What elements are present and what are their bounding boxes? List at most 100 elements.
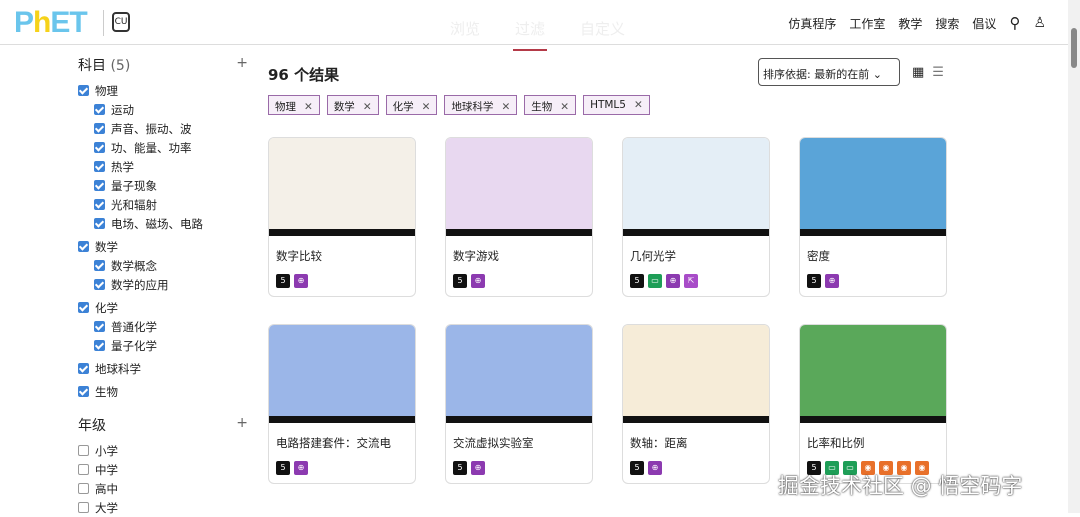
sim-thumbnail[interactable] — [446, 138, 592, 236]
close-icon[interactable]: ✕ — [501, 101, 510, 113]
checkbox-icon[interactable] — [94, 142, 105, 153]
checkbox-icon[interactable] — [78, 502, 89, 513]
sim-card[interactable]: 电路搭建套件：交流电 5 ⊕ — [268, 324, 416, 484]
sim-card[interactable]: 比率和比例 5 ▭ ▭ ◉ ◉ ◉ ◉ — [799, 324, 947, 484]
sim-card[interactable]: 几何光学 5 ▭ ⊕ ⇱ — [622, 137, 770, 297]
checkbox-icon[interactable] — [78, 85, 89, 96]
sim-title[interactable]: 数字游戏 — [446, 236, 592, 264]
nav-item[interactable]: 仿真程序 — [788, 15, 836, 32]
close-icon[interactable]: ✕ — [422, 101, 431, 113]
checkbox-icon[interactable] — [94, 123, 105, 134]
filter-checkbox[interactable]: 生物 — [78, 382, 248, 401]
checkbox-icon[interactable] — [94, 260, 105, 271]
filter-chip[interactable]: 地球科学 ✕ — [444, 95, 518, 115]
sim-thumbnail[interactable] — [800, 138, 946, 236]
sim-thumbnail[interactable] — [269, 325, 415, 423]
sim-card[interactable]: 密度 5 ⊕ — [799, 137, 947, 297]
sim-title[interactable]: 电路搭建套件：交流电 — [269, 423, 415, 451]
filter-checkbox[interactable]: 中学 — [78, 460, 248, 479]
checkbox-icon[interactable] — [78, 241, 89, 252]
checkbox-icon[interactable] — [94, 321, 105, 332]
sim-title[interactable]: 比率和比例 — [800, 423, 946, 451]
sim-thumbnail[interactable] — [623, 325, 769, 423]
filter-checkbox[interactable]: 声音、振动、波 — [78, 119, 248, 138]
zm-icon: ⊕ — [825, 274, 839, 288]
sim-title[interactable]: 数字比较 — [269, 236, 415, 264]
filter-checkbox[interactable]: 化学 — [78, 298, 248, 317]
sim-card[interactable]: 数字游戏 5 ⊕ — [445, 137, 593, 297]
filter-checkbox[interactable]: 地球科学 — [78, 359, 248, 378]
nav-item[interactable]: 教学 — [898, 15, 922, 32]
sim-title[interactable]: 密度 — [800, 236, 946, 264]
filter-checkbox[interactable]: 热学 — [78, 157, 248, 176]
close-icon[interactable]: ✕ — [634, 99, 643, 111]
checkbox-icon[interactable] — [78, 363, 89, 374]
close-icon[interactable]: ✕ — [304, 101, 313, 113]
filter-checkbox[interactable]: 数学的应用 — [78, 275, 248, 294]
nav-item[interactable]: 搜索 — [935, 15, 959, 32]
sim-thumbnail[interactable] — [800, 325, 946, 423]
checkbox-icon[interactable] — [94, 104, 105, 115]
user-icon[interactable]: ♙ — [1033, 15, 1046, 31]
expand-plus-icon[interactable]: + — [236, 55, 248, 75]
phet-logo[interactable]: PhET — [14, 6, 88, 40]
sim-thumbnail[interactable] — [446, 325, 592, 423]
sim-title[interactable]: 数轴：距离 — [623, 423, 769, 451]
checkbox-icon[interactable] — [94, 161, 105, 172]
filter-checkbox[interactable]: 运动 — [78, 100, 248, 119]
filter-checkbox[interactable]: 量子现象 — [78, 176, 248, 195]
checkbox-icon[interactable] — [94, 180, 105, 191]
filter-checkbox[interactable]: 光和辐射 — [78, 195, 248, 214]
grid-view-icon[interactable]: ▦ — [912, 65, 924, 80]
filter-chip[interactable]: 生物 ✕ — [524, 95, 577, 115]
sim-title[interactable]: 几何光学 — [623, 236, 769, 264]
checkbox-icon[interactable] — [78, 483, 89, 494]
filter-checkbox[interactable]: 功、能量、功率 — [78, 138, 248, 157]
filter-checkbox[interactable]: 普通化学 — [78, 317, 248, 336]
filter-checkbox[interactable]: 高中 — [78, 479, 248, 498]
tab-2[interactable]: 自定义 — [580, 18, 625, 39]
sim-card[interactable]: 数字比较 5 ⊕ — [268, 137, 416, 297]
sim-card[interactable]: 交流虚拟实验室 5 ⊕ — [445, 324, 593, 484]
filter-chip[interactable]: HTML5 ✕ — [583, 95, 650, 115]
chip-label: 地球科学 — [451, 101, 494, 113]
filter-checkbox[interactable]: 大学 — [78, 498, 248, 517]
filter-checkbox[interactable]: 量子化学 — [78, 336, 248, 355]
filter-chip[interactable]: 化学 ✕ — [385, 95, 438, 115]
checkbox-icon[interactable] — [78, 464, 89, 475]
search-icon[interactable]: ⚲ — [1009, 14, 1020, 32]
feature-icons: 5 ⊕ — [269, 451, 415, 475]
sim-title[interactable]: 交流虚拟实验室 — [446, 423, 592, 451]
checkbox-icon[interactable] — [78, 445, 89, 456]
tab-0[interactable]: 浏览 — [450, 18, 480, 39]
tab-1[interactable]: 过滤 — [513, 18, 548, 51]
checkbox-icon[interactable] — [94, 279, 105, 290]
checkbox-icon[interactable] — [78, 302, 89, 313]
close-icon[interactable]: ✕ — [560, 101, 569, 113]
filter-checkbox[interactable]: 电场、磁场、电路 — [78, 214, 248, 233]
filter-checkbox[interactable]: 数学 — [78, 237, 248, 256]
scrollbar[interactable] — [1068, 0, 1080, 513]
sim-thumbnail[interactable] — [269, 138, 415, 236]
checkbox-icon[interactable] — [94, 218, 105, 229]
filter-checkbox[interactable]: 物理 — [78, 81, 248, 100]
list-view-icon[interactable]: ☰ — [932, 65, 944, 80]
cu-logo-icon[interactable]: CU — [112, 12, 130, 32]
checkbox-icon[interactable] — [94, 199, 105, 210]
expand-plus-icon[interactable]: + — [236, 415, 248, 435]
nav-item[interactable]: 倡议 — [972, 15, 996, 32]
filter-chip[interactable]: 物理 ✕ — [268, 95, 320, 115]
checkbox-label: 运动 — [111, 102, 134, 117]
filter-checkbox[interactable]: 小学 — [78, 441, 248, 460]
close-icon[interactable]: ✕ — [363, 101, 372, 113]
view-tabs: 浏览 过滤 自定义 — [450, 18, 625, 51]
filter-checkbox[interactable]: 数学概念 — [78, 256, 248, 275]
sim-card[interactable]: 数轴：距离 5 ⊕ — [622, 324, 770, 484]
grade-header: 年级 + — [78, 415, 248, 435]
sim-thumbnail[interactable] — [623, 138, 769, 236]
sort-select[interactable]: 排序依据: 最新的在前 ⌄ — [758, 58, 900, 86]
filter-chip[interactable]: 数学 ✕ — [326, 95, 379, 115]
checkbox-icon[interactable] — [78, 386, 89, 397]
checkbox-icon[interactable] — [94, 340, 105, 351]
nav-item[interactable]: 工作室 — [849, 15, 885, 32]
